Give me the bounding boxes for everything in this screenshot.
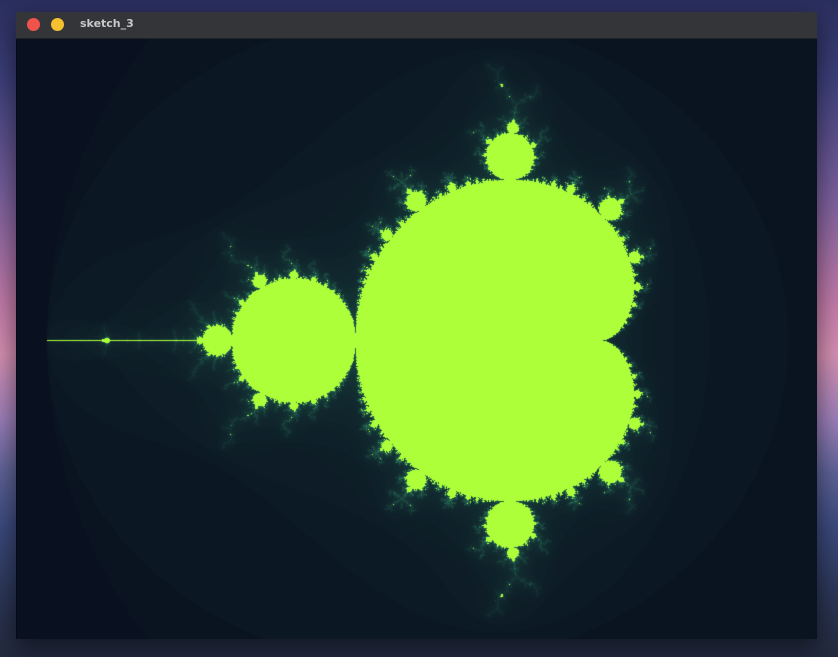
minimize-icon[interactable] <box>51 18 64 31</box>
window-title: sketch_3 <box>80 17 134 30</box>
mandelbrot-canvas[interactable] <box>17 39 817 639</box>
window-titlebar[interactable]: sketch_3 <box>16 12 817 39</box>
sketch-window: sketch_3 <box>16 12 817 639</box>
close-icon[interactable] <box>27 18 40 31</box>
